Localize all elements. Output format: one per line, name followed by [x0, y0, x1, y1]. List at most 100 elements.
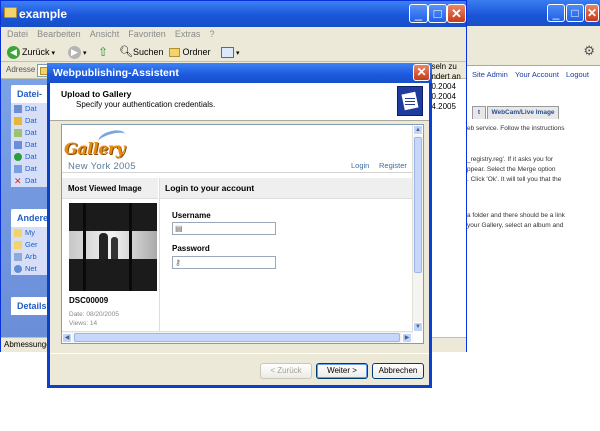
- user-card-icon: ▤: [175, 224, 183, 233]
- username-label: Username: [172, 211, 211, 220]
- password-field[interactable]: ⚷: [172, 256, 276, 269]
- back-label: Zurück: [22, 47, 50, 57]
- menu-datei[interactable]: Datei: [7, 27, 28, 42]
- wizard-step-title: Upload to Gallery: [61, 89, 132, 99]
- list-item: 04.2005: [427, 102, 456, 111]
- network-icon: [14, 265, 22, 273]
- back-arrow-icon: ◀: [7, 46, 20, 60]
- vertical-scrollbar[interactable]: ▲ ▼: [412, 125, 423, 332]
- scroll-right-button[interactable]: ▶: [402, 333, 412, 343]
- window-title: example: [19, 7, 68, 21]
- body-text-line: a folder and there should be a link: [467, 212, 565, 219]
- search-label: Suchen: [132, 47, 164, 57]
- email-icon: [14, 165, 22, 173]
- list-item: ändert an: [427, 72, 461, 81]
- up-folder-icon[interactable]: ⇧: [98, 44, 108, 60]
- body-text-line: eb service. Follow the instructions: [467, 125, 565, 132]
- wizard-close-button[interactable]: ✕: [413, 64, 430, 81]
- background-minimize-button[interactable]: _: [547, 4, 565, 22]
- folder-icon: [14, 241, 22, 249]
- forward-arrow-icon: ▶: [68, 46, 81, 60]
- cancel-button[interactable]: Abbrechen: [372, 363, 424, 379]
- gallery-web-content: Gallery New York 2005 Login Register Mos…: [61, 124, 424, 344]
- login-heading: Login to your account: [160, 178, 413, 199]
- album-title: New York 2005: [68, 161, 136, 172]
- views-icon: [221, 47, 234, 59]
- delete-icon: ✕: [14, 176, 22, 186]
- body-text-line: . Click 'Ok'. It will tell you that the: [467, 176, 562, 183]
- task-pane: Datei- Dat Dat Dat Dat Dat Dat ✕ Dat Ande…: [1, 79, 53, 337]
- menu-favoriten[interactable]: Favoriten: [128, 27, 166, 42]
- tab-partial[interactable]: t: [472, 106, 486, 119]
- task-icon: [14, 105, 22, 113]
- register-link[interactable]: Register: [379, 161, 407, 170]
- search-button[interactable]: 🔍︎Suchen: [119, 44, 164, 60]
- menu-extras[interactable]: Extras: [175, 27, 201, 42]
- list-item: 10.2004: [427, 82, 456, 91]
- explorer-titlebar[interactable]: example _ □ ✕: [1, 1, 466, 27]
- tab-webcam-live-image[interactable]: WebCam/Live Image: [487, 106, 559, 119]
- list-item: 10.2004: [427, 92, 456, 101]
- gear-icon[interactable]: ⚙: [583, 43, 595, 59]
- wizard-title: Webpublishing-Assistent: [53, 67, 179, 79]
- web-icon: [14, 153, 22, 161]
- explorer-toolbar: ◀ Zurück ▾ ▶ ▾ ⇧ 🔍︎Suchen Ordner ▾: [1, 42, 466, 62]
- search-icon: 🔍︎: [119, 46, 133, 58]
- folder-icon: [4, 7, 17, 18]
- task-icon: [14, 129, 22, 137]
- horizontal-scrollbar[interactable]: ◀ ▶: [62, 331, 413, 343]
- vertical-scroll-thumb[interactable]: [414, 137, 422, 273]
- scroll-down-button[interactable]: ▼: [413, 322, 423, 332]
- body-text-line: ppear. Select the Merge option: [467, 166, 556, 173]
- menu-bar: Datei Bearbeiten Ansicht Favoriten Extra…: [1, 27, 466, 67]
- username-field[interactable]: ▤: [172, 222, 276, 235]
- photo-date: Date: 08/20/2005: [69, 311, 119, 318]
- task-icon: [14, 117, 22, 125]
- wizard-separator: [50, 353, 429, 354]
- publish-wizard-icon: [397, 86, 423, 116]
- list-item: hseln zu: [427, 62, 457, 71]
- background-maximize-button[interactable]: □: [566, 4, 584, 22]
- folder-icon: [14, 229, 22, 237]
- menu-help[interactable]: ?: [209, 27, 214, 42]
- body-text-line: your Gallery, select an album and: [467, 222, 564, 229]
- back-button[interactable]: ◀ Zurück ▾: [7, 44, 55, 60]
- computer-icon: [14, 253, 22, 261]
- nav-link-logout[interactable]: Logout: [566, 70, 589, 79]
- menu-ansicht[interactable]: Ansicht: [90, 27, 120, 42]
- folders-button[interactable]: Ordner: [169, 44, 211, 60]
- body-text-line: _registry.reg'. If it asks you for: [467, 156, 554, 163]
- wizard-step-subtitle: Specify your authentication credentials.: [76, 100, 216, 109]
- address-label: Adresse: [6, 65, 36, 74]
- file-list-partial: hseln zu ändert an 10.2004 10.2004 04.20…: [427, 62, 467, 112]
- task-icon: [14, 141, 22, 149]
- scroll-left-button[interactable]: ◀: [62, 333, 72, 343]
- horizontal-scroll-thumb[interactable]: [74, 333, 400, 342]
- most-viewed-heading: Most Viewed Image: [62, 178, 158, 199]
- next-button[interactable]: Weiter >: [316, 363, 368, 379]
- nav-link-site-admin[interactable]: Site Admin: [472, 70, 508, 79]
- nav-link-your-account[interactable]: Your Account: [515, 70, 559, 79]
- login-link[interactable]: Login: [351, 161, 369, 170]
- wizard-header: Upload to Gallery Specify your authentic…: [50, 83, 429, 121]
- folders-icon: [169, 48, 180, 58]
- photo-name[interactable]: DSC00009: [69, 296, 108, 305]
- forward-button[interactable]: ▶ ▾: [68, 44, 87, 60]
- minimize-button[interactable]: _: [409, 4, 428, 23]
- views-button[interactable]: ▾: [221, 44, 239, 60]
- key-icon: ⚷: [175, 258, 181, 267]
- maximize-button[interactable]: □: [428, 4, 447, 23]
- password-label: Password: [172, 244, 210, 253]
- web-publishing-wizard: Webpublishing-Assistent ✕ Upload to Gall…: [47, 63, 432, 388]
- menu-bearbeiten[interactable]: Bearbeiten: [37, 27, 81, 42]
- gallery-logo: Gallery: [64, 127, 128, 161]
- album-header: New York 2005 Login Register: [62, 160, 413, 173]
- folders-label: Ordner: [182, 47, 211, 57]
- background-close-button[interactable]: ✕: [585, 4, 599, 22]
- back-button[interactable]: < Zurück: [260, 363, 312, 379]
- wizard-titlebar[interactable]: Webpublishing-Assistent ✕: [47, 63, 432, 83]
- close-button[interactable]: ✕: [447, 4, 466, 23]
- scroll-up-button[interactable]: ▲: [413, 125, 423, 135]
- column-divider: [159, 178, 160, 343]
- most-viewed-photo[interactable]: [69, 203, 157, 291]
